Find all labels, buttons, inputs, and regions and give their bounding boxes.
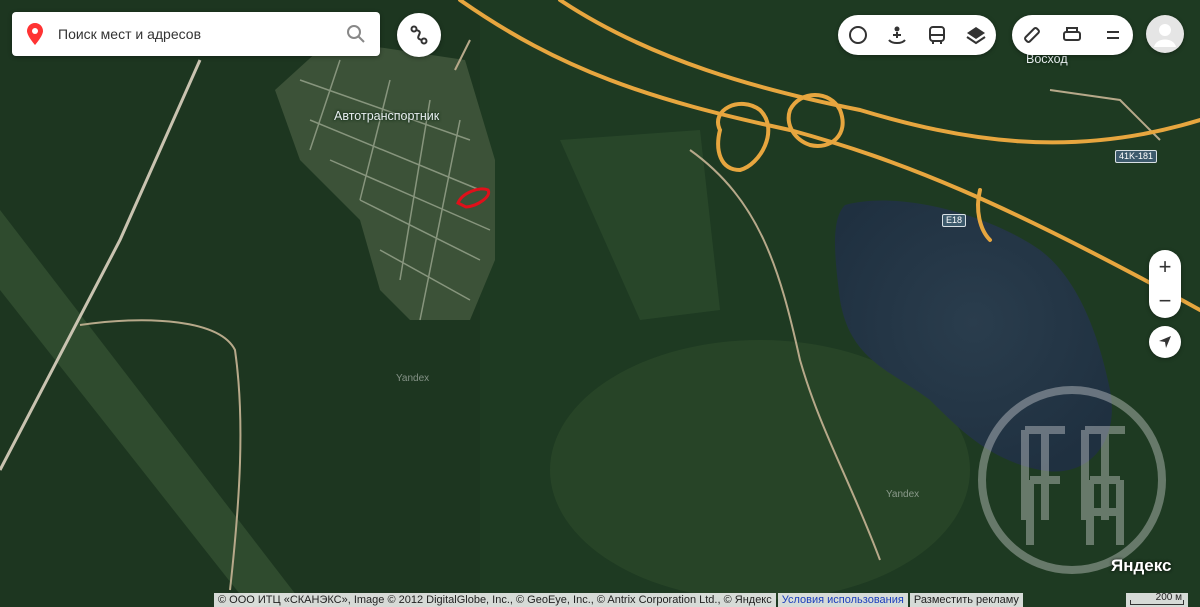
copyright-text: © ООО ИТЦ «СКАНЭКС», Image © 2012 Digita… xyxy=(214,593,776,607)
zoom-control: + − xyxy=(1149,250,1181,318)
layers-icon[interactable] xyxy=(965,24,987,46)
scale-ruler xyxy=(1130,600,1184,605)
search-bar[interactable]: Поиск мест и адресов xyxy=(12,12,380,56)
map-footer: © ООО ИТЦ «СКАНЭКС», Image © 2012 Digita… xyxy=(214,593,1025,607)
search-icon[interactable] xyxy=(346,24,366,44)
search-input[interactable]: Поиск мест и адресов xyxy=(58,26,346,42)
geolocation-button[interactable] xyxy=(1149,326,1181,358)
tools-toolbar xyxy=(1012,15,1133,55)
road-shield: E18 xyxy=(942,214,967,227)
menu-icon[interactable] xyxy=(1102,24,1124,46)
ads-link[interactable]: Разместить рекламу xyxy=(909,593,1023,607)
layers-toolbar xyxy=(838,15,996,55)
zoom-in-button[interactable]: + xyxy=(1159,254,1172,280)
route-icon xyxy=(410,25,428,45)
terms-link[interactable]: Условия использования xyxy=(777,593,908,607)
route-button[interactable] xyxy=(397,13,441,57)
settlement-label: Автотранспортник xyxy=(334,109,440,123)
brand-logo: Яндекс xyxy=(1111,556,1172,575)
transit-icon[interactable] xyxy=(926,24,948,46)
ruler-icon[interactable] xyxy=(1021,24,1043,46)
zoom-out-button[interactable]: − xyxy=(1159,288,1172,314)
locate-arrow-icon xyxy=(1159,336,1171,348)
scale-bar: 200 м xyxy=(1126,593,1188,607)
satellite-map[interactable] xyxy=(0,0,1200,607)
road-shield: 41K-181 xyxy=(1115,150,1158,163)
user-avatar[interactable] xyxy=(1146,15,1184,53)
map-watermark: Yandex xyxy=(886,489,920,500)
yandex-maps-logo-icon xyxy=(27,23,43,45)
user-icon xyxy=(1154,24,1176,47)
map-watermark: Yandex xyxy=(396,373,430,384)
panorama-icon[interactable] xyxy=(886,24,908,46)
print-icon[interactable] xyxy=(1061,24,1083,46)
traffic-icon[interactable] xyxy=(847,24,869,46)
